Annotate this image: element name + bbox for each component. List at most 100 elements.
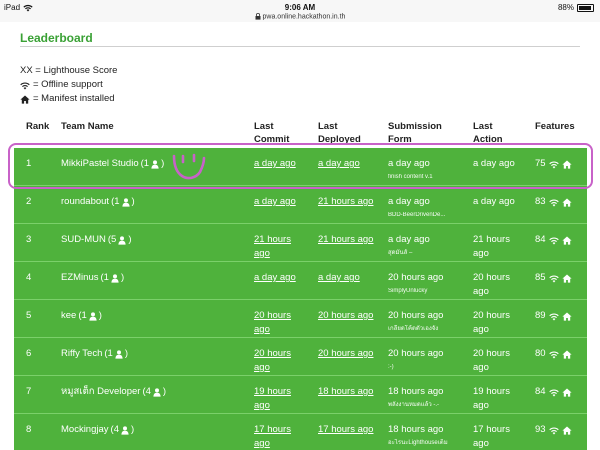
last-deployed-line1: 21 hours ago [318, 234, 374, 245]
home-icon [561, 198, 572, 207]
table-row: 5 kee (1) 20 hours ago 20 hours ago 20 hours a… [14, 300, 587, 338]
last-action: a day ago [473, 195, 529, 209]
team-name: SUD-MUN (5) [61, 233, 131, 247]
submission-form: 18 hours ago อะไรนะLighthouseเต็ม [388, 423, 466, 448]
address-bar[interactable]: pwa.online.hackathon.in.th [0, 13, 600, 20]
team-label: SUD-MUN [61, 234, 106, 245]
last-action-line2: ago [473, 400, 489, 411]
team-name: kee (1) [61, 309, 102, 323]
team-label: Riffy Tech [61, 348, 103, 359]
team-label: kee [61, 310, 77, 321]
submission-time: 20 hours ago [388, 272, 444, 283]
wifi-icon [548, 313, 559, 320]
team-label: EZMinus [61, 272, 99, 283]
member-count: (4 [142, 386, 151, 397]
last-deployed-link[interactable]: 18 hours ago [318, 385, 378, 399]
last-action-line2: ago [473, 248, 489, 259]
table-row: 3 SUD-MUN (5) 21 hours ago 21 hours ago a day … [14, 224, 587, 262]
last-commit-line1: 20 hours [254, 348, 291, 359]
last-commit-link[interactable]: a day ago [254, 195, 310, 209]
lighthouse-score: 80 [535, 348, 546, 359]
features: 83 [535, 195, 572, 209]
member-close: ) [130, 424, 135, 435]
last-commit-link[interactable]: a day ago [254, 271, 310, 285]
last-action: 20 hours ago [473, 347, 529, 375]
last-deployed-link[interactable]: 20 hours ago [318, 309, 378, 323]
battery-icon [577, 3, 594, 12]
last-deployed-link[interactable]: 21 hours ago [318, 195, 378, 209]
submission-note: อะไรนะLighthouseเต็ม [388, 440, 448, 446]
submission-form: 18 hours ago พลังงานหมดแล้ว -.- [388, 385, 466, 410]
url-text: pwa.online.hackathon.in.th [262, 13, 346, 21]
wifi-icon [548, 427, 559, 434]
last-action-line1: 21 hours [473, 234, 510, 245]
lighthouse-score: 93 [535, 424, 546, 435]
clock: 9:06 AM [284, 3, 316, 12]
member-close: ) [131, 196, 135, 207]
user-icon [153, 387, 161, 397]
user-icon [115, 349, 123, 359]
submission-time: 20 hours ago [388, 310, 444, 321]
home-icon [561, 426, 572, 435]
last-commit-line1: 19 hours [254, 386, 291, 397]
table-row: 4 EZMinus (1) a day ago a day ago 20 hours ag… [14, 262, 587, 300]
lighthouse-score: 84 [535, 386, 546, 397]
last-deployed-line1: 18 hours ago [318, 386, 374, 397]
last-commit-link[interactable]: 21 hours ago [254, 233, 310, 261]
user-icon [118, 235, 126, 245]
last-deployed-link[interactable]: a day ago [318, 271, 378, 285]
home-icon [561, 388, 572, 397]
last-commit-link[interactable]: 20 hours ago [254, 309, 310, 337]
team-label: Mockingjay [61, 424, 109, 435]
last-commit-link[interactable]: 17 hours ago [254, 423, 310, 450]
team-name: Mockingjay (4) [61, 423, 134, 437]
team-label: roundabout [61, 196, 110, 207]
rank: 3 [26, 234, 32, 245]
submission-form: 20 hours ago SimplyUnlucky [388, 271, 466, 296]
last-deployed-link[interactable]: 20 hours ago [318, 347, 378, 361]
home-icon [561, 312, 572, 321]
home-icon [561, 350, 572, 359]
rank: 2 [26, 196, 32, 207]
last-deployed-link[interactable]: 21 hours ago [318, 233, 378, 247]
table-row: 2 roundabout (1) a day ago 21 hours ago a day… [14, 186, 587, 224]
rank: 4 [26, 272, 32, 283]
col-deployed-line1: Last [318, 121, 338, 132]
submission-note: เกลียดโค้ดตัวเองจัง [388, 326, 439, 332]
last-commit-line1: a day ago [254, 272, 296, 283]
last-commit-link[interactable]: 20 hours ago [254, 347, 310, 375]
last-commit-link[interactable]: 19 hours ago [254, 385, 310, 413]
last-commit-line1: 17 hours [254, 424, 291, 435]
leaderboard-table: 1 MikkiPastel Studio (1) a day ago a day ago… [14, 148, 587, 450]
features: 80 [535, 347, 572, 361]
last-deployed-link[interactable]: 17 hours ago [318, 423, 378, 437]
lock-icon [255, 13, 261, 20]
last-deployed-line1: 21 hours ago [318, 196, 374, 207]
table-row: 6 Riffy Tech (1) 20 hours ago 20 hours ago 20 … [14, 338, 587, 376]
last-deployed-line1: a day ago [318, 272, 360, 283]
submission-note: :-) [388, 364, 394, 370]
wifi-icon [548, 389, 559, 396]
submission-note: SimplyUnlucky [388, 288, 428, 294]
wifi-icon [548, 275, 559, 282]
wifi-icon [548, 351, 559, 358]
last-action-line2: ago [473, 438, 489, 449]
submission-form: a day ago BDD-BeerDrivenDe... [388, 195, 466, 220]
title-divider [20, 46, 580, 47]
wifi-icon [548, 199, 559, 206]
features: 84 [535, 233, 572, 247]
home-icon [561, 274, 572, 283]
last-action-line1: 19 hours [473, 386, 510, 397]
lighthouse-score: 85 [535, 272, 546, 283]
last-action-line1: 20 hours [473, 348, 510, 359]
submission-form: 20 hours ago เกลียดโค้ดตัวเองจัง [388, 309, 466, 334]
rank: 6 [26, 348, 32, 359]
member-count: (4 [110, 424, 119, 435]
last-commit-line1: 21 hours [254, 234, 291, 245]
col-commit-line1: Last [254, 121, 274, 132]
last-action-line2: ago [473, 286, 489, 297]
submission-note: สุดมันส์ – [388, 250, 413, 256]
member-close: ) [120, 272, 125, 283]
last-commit-line2: ago [254, 248, 270, 259]
highlight-annotation [8, 143, 593, 189]
